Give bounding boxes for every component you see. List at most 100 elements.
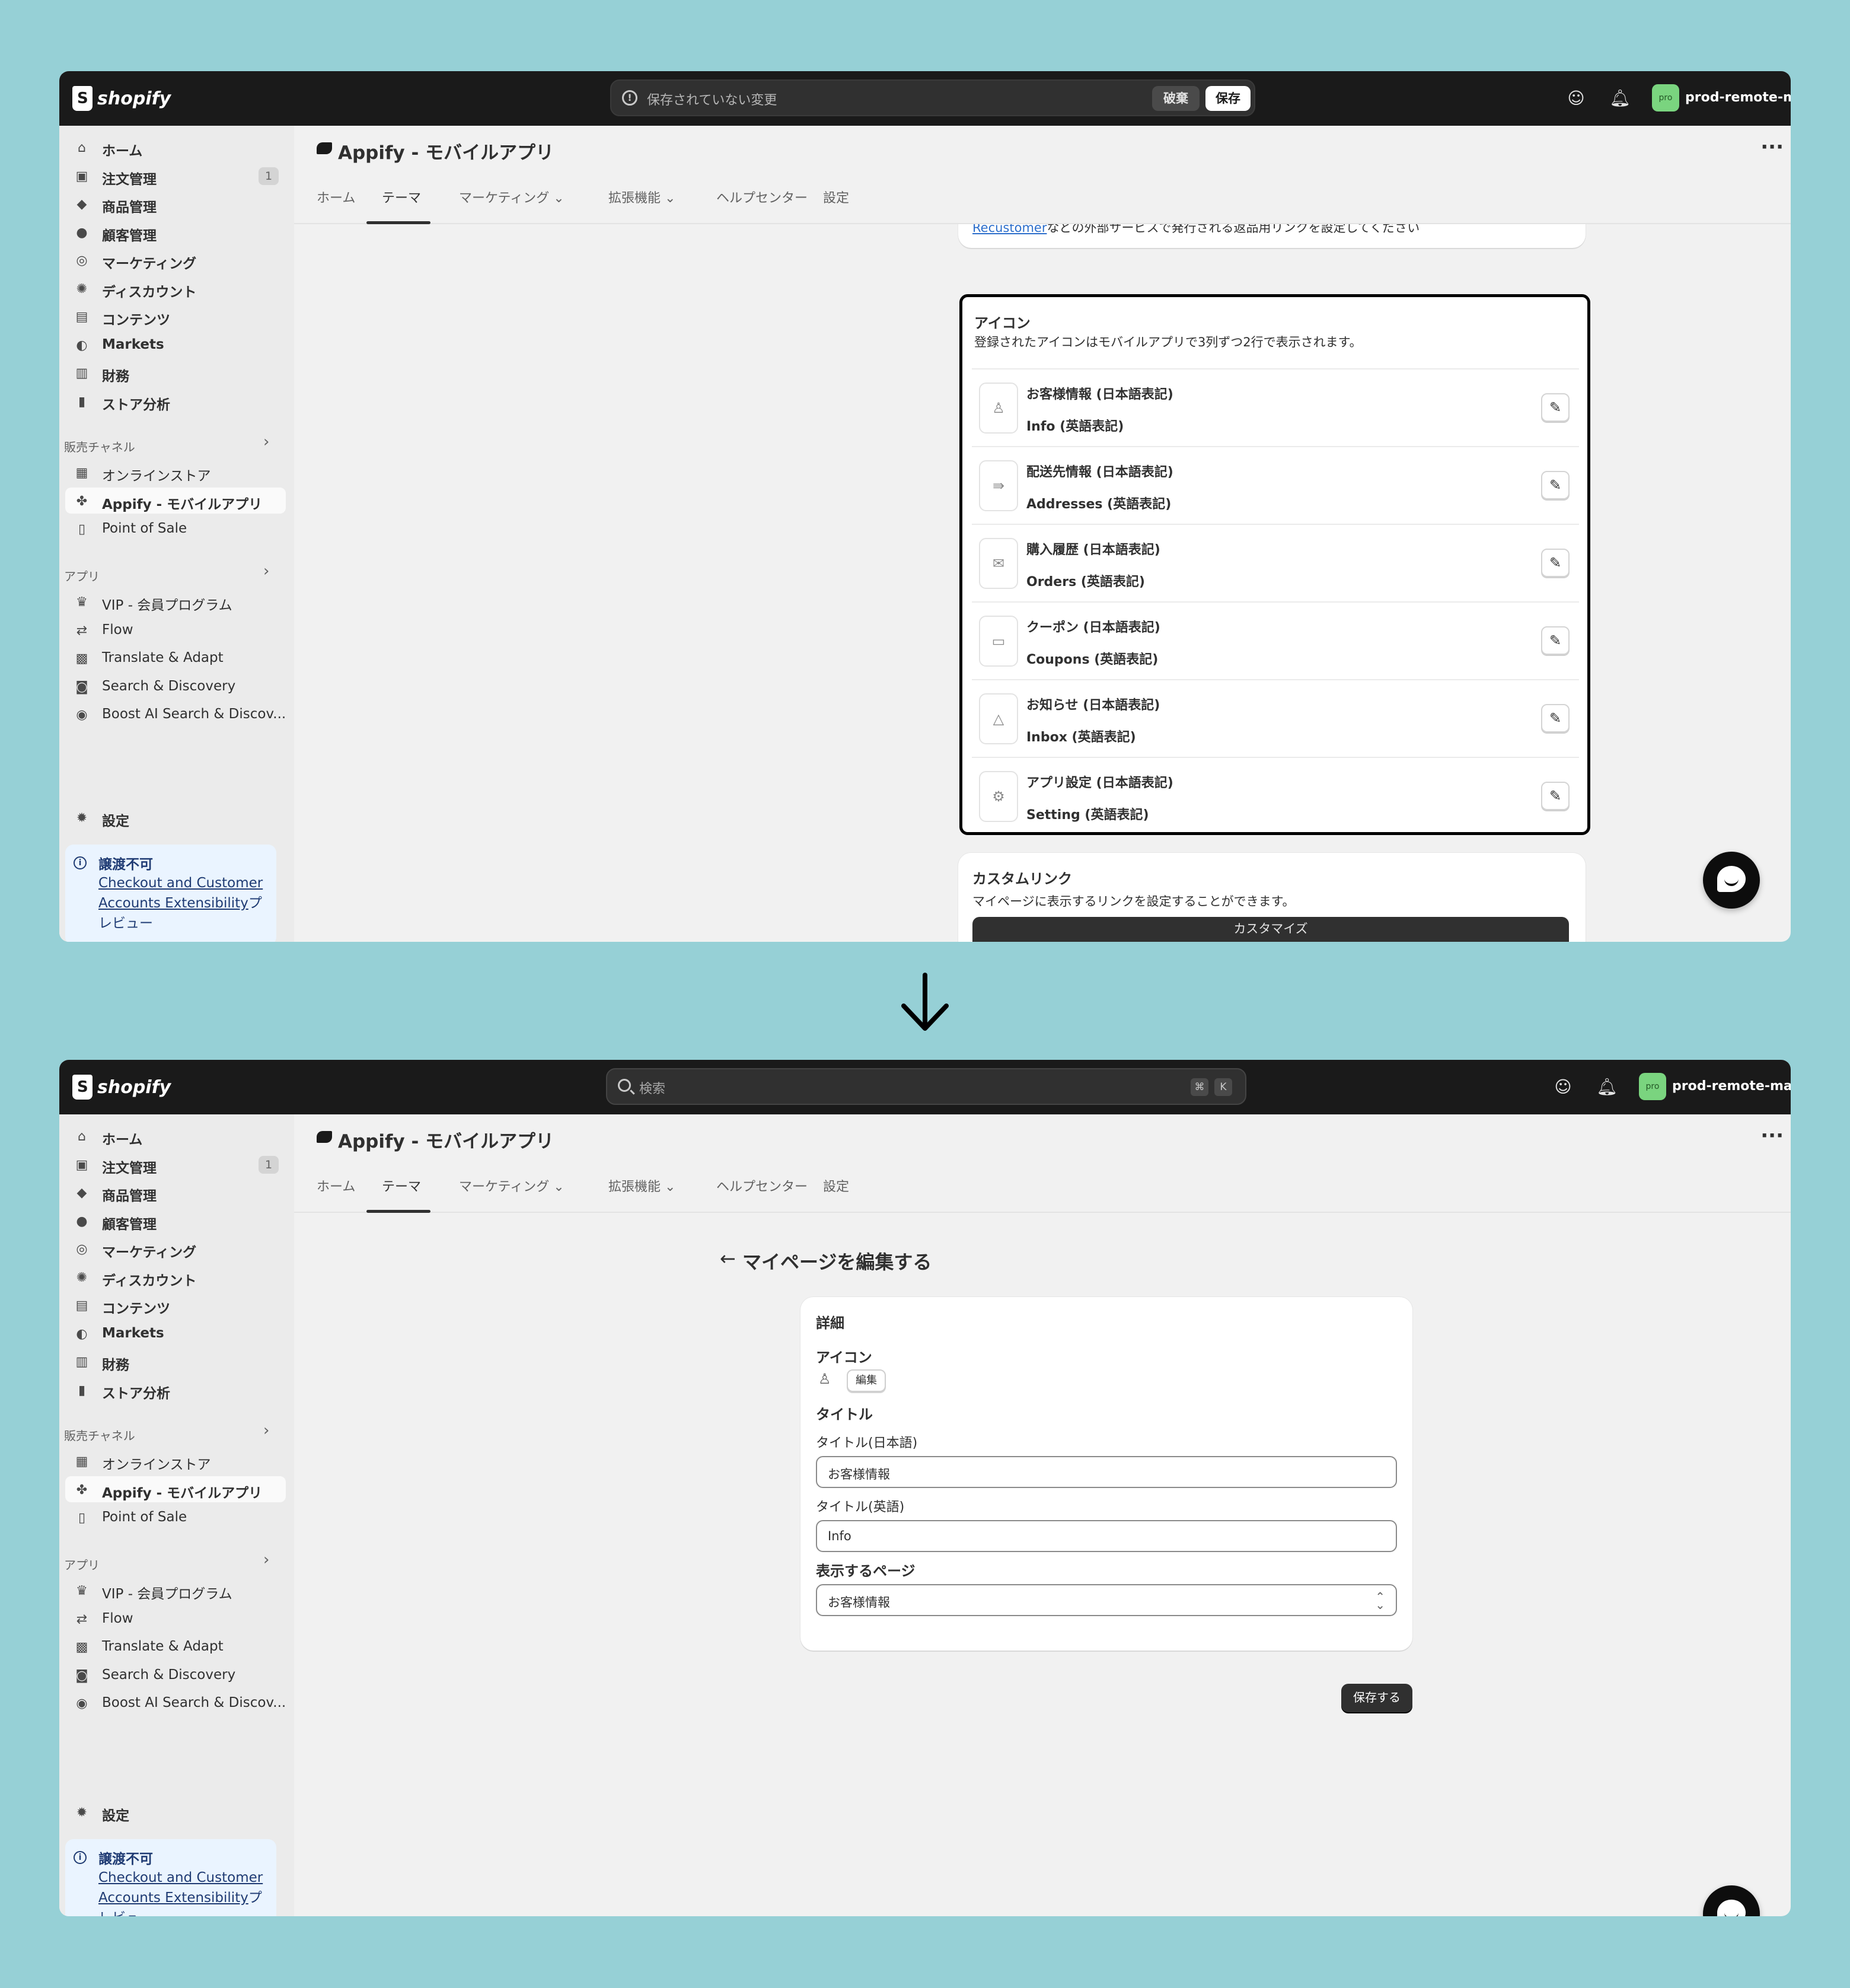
recustomer-link[interactable]: Recustomer	[972, 224, 1047, 235]
sales-channel-item-2[interactable]: ▯ Point of Sale	[65, 515, 286, 541]
display-page-select[interactable]: お客様情報 ⌃ ⌄	[816, 1584, 1397, 1616]
notice-link[interactable]: Checkout and Customer Accounts Extensibi…	[98, 1870, 263, 1906]
sales-channel-item-0[interactable]: ▦ オンラインストア	[65, 459, 286, 485]
sales-channel-item-1[interactable]: ✤ Appify - モバイルアプリ	[65, 487, 286, 514]
notice-link[interactable]: Checkout and Customer Accounts Extensibi…	[98, 875, 263, 911]
tab-3[interactable]: 拡張機能 ⌄	[608, 1176, 675, 1195]
sidebar-item-5[interactable]: ✺ ディスカウント	[65, 275, 286, 301]
chat-button[interactable]	[1703, 852, 1760, 909]
sidebar-item-1[interactable]: ▣ 注文管理 1	[65, 1151, 286, 1177]
shopify-bag-icon	[72, 86, 92, 111]
app-item-3[interactable]: ◙ Search & Discovery	[65, 673, 286, 699]
bell-icon[interactable]: 🔔︎	[1609, 88, 1631, 109]
sidebar-item-3[interactable]: ● 顧客管理	[65, 1208, 286, 1234]
tab-label: ヘルプセンター	[716, 1180, 808, 1194]
tab-4[interactable]: ヘルプセンター	[716, 187, 808, 206]
search-input[interactable]: 検索 ⌘ K	[606, 1068, 1246, 1105]
app-item-2[interactable]: ▩ Translate & Adapt	[65, 645, 286, 671]
sidebar-item-6[interactable]: ▤ コンテンツ	[65, 303, 286, 329]
icons-card-title: アイコン	[974, 315, 1031, 332]
avatar[interactable]: pro	[1639, 1073, 1666, 1100]
sales-channel-item-0[interactable]: ▦ オンラインストア	[65, 1448, 286, 1474]
tab-2[interactable]: マーケティング ⌄	[459, 187, 564, 206]
app-title: Appify - モバイルアプリ	[338, 1131, 554, 1152]
pencil-icon[interactable]: ✎	[1541, 549, 1570, 577]
store-name[interactable]: prod-remote-marr	[1685, 90, 1791, 105]
notice-banner: i 譲渡不可 Checkout and Customer Accounts Exte…	[65, 1839, 276, 1916]
back-arrow-icon[interactable]: ←	[720, 1247, 736, 1270]
tab-5[interactable]: 設定	[823, 187, 849, 206]
sidebar-item-8[interactable]: ▥ 財務	[65, 359, 286, 386]
translate-icon: ▩	[75, 651, 88, 666]
sidebar-item-4[interactable]: ◎ マーケティング	[65, 1235, 286, 1261]
title-heading: タイトル	[816, 1406, 873, 1423]
sidebar-item-label: ストア分析	[102, 397, 170, 413]
tab-0[interactable]: ホーム	[317, 1176, 355, 1195]
tab-1[interactable]: テーマ	[382, 187, 421, 206]
app-item-4[interactable]: ◉ Boost AI Search & Discov...	[65, 701, 286, 727]
sidebar-item-7[interactable]: ◐ Markets	[65, 1320, 286, 1346]
app-item-3[interactable]: ◙ Search & Discovery	[65, 1662, 286, 1688]
tab-0[interactable]: ホーム	[317, 187, 355, 206]
chevron-right-icon[interactable]: ›	[263, 433, 269, 451]
tab-3[interactable]: 拡張機能 ⌄	[608, 187, 675, 206]
app-item-2[interactable]: ▩ Translate & Adapt	[65, 1633, 286, 1659]
chevron-right-icon[interactable]: ›	[263, 1551, 269, 1569]
app-item-4[interactable]: ◉ Boost AI Search & Discov...	[65, 1690, 286, 1716]
store-name[interactable]: prod-remote-marry	[1672, 1079, 1791, 1094]
sales-channel-item-2[interactable]: ▯ Point of Sale	[65, 1504, 286, 1530]
app-item-1[interactable]: ⇄ Flow	[65, 617, 286, 643]
sidebar-item-settings[interactable]: ✹ 設定	[65, 804, 286, 830]
save-button[interactable]: 保存	[1205, 86, 1251, 111]
discount-icon: ✺	[76, 281, 88, 297]
pencil-icon[interactable]: ✎	[1541, 626, 1570, 655]
sales-channel-item-1[interactable]: ✤ Appify - モバイルアプリ	[65, 1476, 286, 1502]
sidekick-icon[interactable]: ☺	[1565, 88, 1587, 109]
shopify-logo[interactable]: shopify	[72, 85, 171, 111]
save-button[interactable]: 保存する	[1341, 1684, 1412, 1712]
title-jp-input[interactable]: お客様情報	[816, 1456, 1397, 1488]
sidebar-item-9[interactable]: ▮ ストア分析	[65, 388, 286, 414]
sidebar-item-4[interactable]: ◎ マーケティング	[65, 247, 286, 273]
sidebar-item-settings[interactable]: ✹ 設定	[65, 1799, 286, 1825]
sidebar-item-label: Translate & Adapt	[102, 650, 224, 665]
sidebar-item-2[interactable]: ◆ 商品管理	[65, 190, 286, 216]
sidebar-item-6[interactable]: ▤ コンテンツ	[65, 1292, 286, 1318]
customize-button[interactable]: カスタマイズ	[972, 917, 1569, 942]
chevron-right-icon[interactable]: ›	[263, 1422, 269, 1439]
sidebar-item-2[interactable]: ◆ 商品管理	[65, 1179, 286, 1205]
more-icon[interactable]: ···	[1760, 135, 1784, 159]
app-item-0[interactable]: ♛ VIP - 会員プログラム	[65, 1577, 286, 1603]
sidebar-item-0[interactable]: ⌂ ホーム	[65, 134, 286, 160]
chevron-right-icon[interactable]: ›	[263, 562, 269, 580]
app-item-0[interactable]: ♛ VIP - 会員プログラム	[65, 588, 286, 614]
chat-button[interactable]	[1703, 1885, 1760, 1916]
tab-5[interactable]: 設定	[823, 1176, 849, 1195]
sidebar-item-9[interactable]: ▮ ストア分析	[65, 1377, 286, 1403]
tab-4[interactable]: ヘルプセンター	[716, 1176, 808, 1195]
pencil-icon[interactable]: ✎	[1541, 471, 1570, 499]
pencil-icon[interactable]: ✎	[1541, 782, 1570, 810]
top-bar: shopify 検索 ⌘ K ☺ 🔔︎ pro prod-remote-marr…	[59, 1060, 1791, 1114]
avatar[interactable]: pro	[1652, 84, 1679, 111]
tab-1[interactable]: テーマ	[382, 1176, 421, 1195]
discard-button[interactable]: 破棄	[1152, 86, 1200, 111]
more-icon[interactable]: ···	[1760, 1124, 1784, 1148]
sidekick-icon[interactable]: ☺	[1552, 1076, 1574, 1098]
shopify-logo[interactable]: shopify	[72, 1074, 171, 1100]
sidebar-item-0[interactable]: ⌂ ホーム	[65, 1123, 286, 1149]
pencil-icon[interactable]: ✎	[1541, 704, 1570, 732]
app-item-1[interactable]: ⇄ Flow	[65, 1605, 286, 1632]
pencil-icon[interactable]: ✎	[1541, 393, 1570, 422]
sidebar-item-7[interactable]: ◐ Markets	[65, 332, 286, 358]
bell-icon[interactable]: 🔔︎	[1596, 1076, 1618, 1098]
icon-edit-button[interactable]: 編集	[847, 1369, 886, 1392]
sidebar-item-3[interactable]: ● 顧客管理	[65, 219, 286, 245]
tab-2[interactable]: マーケティング ⌄	[459, 1176, 564, 1195]
sidebar-item-label: Boost AI Search & Discov...	[102, 1695, 286, 1710]
sidebar-item-5[interactable]: ✺ ディスカウント	[65, 1264, 286, 1290]
sidebar-item-8[interactable]: ▥ 財務	[65, 1348, 286, 1374]
title-en-input[interactable]: Info	[816, 1520, 1397, 1552]
sidebar-item-1[interactable]: ▣ 注文管理 1	[65, 163, 286, 189]
page-title: マイページを編集する	[742, 1251, 932, 1273]
